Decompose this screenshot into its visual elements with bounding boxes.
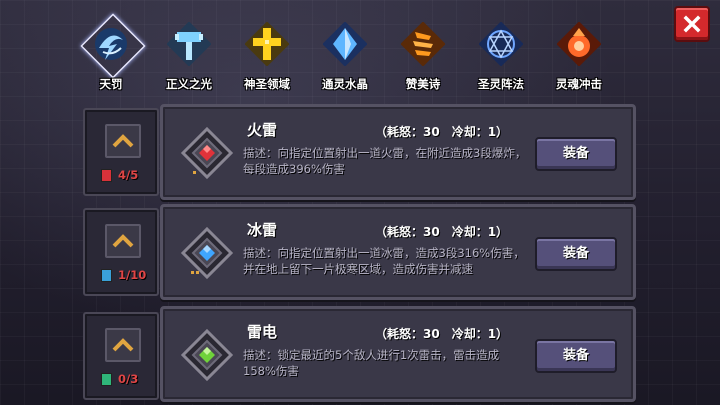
skill-stats: （耗怒：30 冷却：1） <box>375 125 509 139</box>
skill-tabs: 天罚 正义之光 神圣领域 通灵水晶 赞美诗 圣灵阵法 灵魂冲击 <box>78 13 623 98</box>
tab-shengling[interactable]: 圣灵阵法 <box>468 16 534 98</box>
chevron-up-icon <box>112 234 134 248</box>
upgrade-button[interactable] <box>105 124 141 158</box>
skill-level: 4/5 <box>118 168 139 182</box>
skill-name: 火雷 <box>247 121 278 139</box>
equip-button[interactable]: 装备 <box>535 137 617 171</box>
skill-level-card: 4/5 <box>83 108 159 196</box>
skill-stats: （耗怒：30 冷却：1） <box>375 225 509 239</box>
crystal-icon <box>321 20 369 68</box>
skill-card: 火雷 （耗怒：30 冷却：1） 描述：向指定位置射出一道火雷，在附近造成3段爆炸… <box>160 104 636 200</box>
skill-level-card: 0/3 <box>83 312 159 400</box>
skill-description: 描述：向指定位置射出一道冰雷，造成3段316%伤害，并在地上留下一片极寒区域，造… <box>243 246 525 276</box>
chevron-up-icon <box>112 338 134 352</box>
tab-label: 灵魂冲击 <box>556 77 602 91</box>
hammer-icon <box>165 20 213 68</box>
soul-blast-icon <box>555 20 603 68</box>
tab-tongling[interactable]: 通灵水晶 <box>312 16 378 98</box>
skill-level: 1/10 <box>118 268 147 282</box>
lightning-swirl-icon <box>87 20 135 68</box>
level-icon <box>101 372 112 386</box>
holy-cross-icon <box>243 20 291 68</box>
tab-shensheng[interactable]: 神圣领域 <box>234 16 300 98</box>
upgrade-button[interactable] <box>105 224 141 258</box>
tab-label: 神圣领域 <box>244 77 290 91</box>
skill-name: 冰雷 <box>247 221 278 239</box>
chevron-up-icon <box>112 134 134 148</box>
skill-level: 0/3 <box>118 372 139 386</box>
tab-tianfa[interactable]: 天罚 <box>78 13 146 98</box>
close-icon <box>683 15 701 33</box>
skill-name: 雷电 <box>247 323 278 341</box>
tab-zanmeishi[interactable]: 赞美诗 <box>390 16 456 98</box>
hymn-flame-icon <box>399 20 447 68</box>
skill-description: 描述：锁定最近的5个敌人进行1次雷击，雷击造成158%伤害 <box>243 348 500 378</box>
upgrade-button[interactable] <box>105 328 141 362</box>
tab-label: 通灵水晶 <box>322 77 368 91</box>
skill-description: 描述：向指定位置射出一道火雷，在附近造成3段爆炸，每段造成396%伤害 <box>243 146 527 176</box>
tab-label: 圣灵阵法 <box>478 77 524 91</box>
skill-stats: （耗怒：30 冷却：1） <box>375 327 509 341</box>
skill-level-card: 1/10 <box>83 208 159 296</box>
close-button[interactable] <box>674 6 710 42</box>
equip-button[interactable]: 装备 <box>535 237 617 271</box>
green-gem-icon <box>179 327 235 383</box>
magic-circle-icon <box>477 20 525 68</box>
level-icon <box>101 268 112 282</box>
tab-label: 天罚 <box>99 77 123 91</box>
level-icon <box>101 168 112 182</box>
tab-label: 正义之光 <box>166 77 212 91</box>
blue-gem-icon <box>179 225 235 281</box>
tab-zhengyi[interactable]: 正义之光 <box>156 16 222 98</box>
skill-card: 雷电 （耗怒：30 冷却：1） 描述：锁定最近的5个敌人进行1次雷击，雷击造成1… <box>160 306 636 402</box>
red-gem-icon <box>179 125 235 181</box>
skill-card: 冰雷 （耗怒：30 冷却：1） 描述：向指定位置射出一道冰雷，造成3段316%伤… <box>160 204 636 300</box>
tab-linghun[interactable]: 灵魂冲击 <box>546 16 612 98</box>
tab-label: 赞美诗 <box>405 77 441 91</box>
equip-button[interactable]: 装备 <box>535 339 617 373</box>
